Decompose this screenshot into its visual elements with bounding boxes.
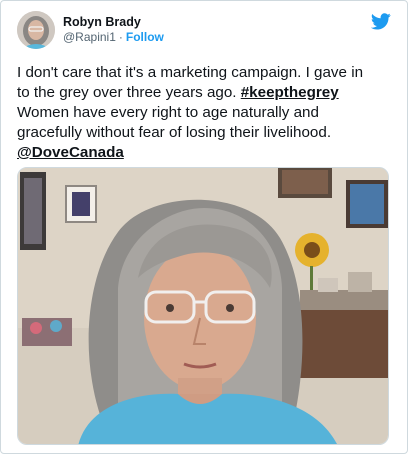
handle-separator: · [118,30,123,44]
tweet-text: I don't care that it's a marketing campa… [17,63,397,163]
tweet-text-line-2: to the grey over three years ago. #keept… [17,83,397,103]
author-block: Robyn Brady @Rapini1 · Follow [63,15,164,45]
tweet-text-line-1: I don't care that it's a marketing campa… [17,64,364,81]
author-handle-line: @Rapini1 · Follow [63,30,164,45]
tweet-text-line-4: gracefully without fear of losing their … [17,124,332,141]
author-handle[interactable]: @Rapini1 [63,30,116,44]
avatar[interactable] [17,11,55,49]
tweet-text-line-5: @DoveCanada [17,143,397,163]
follow-button[interactable]: Follow [126,30,164,44]
tweet-photo[interactable] [17,167,389,445]
tweet-card[interactable]: Robyn Brady @Rapini1 · Follow I don't care… [0,0,408,454]
author-display-name[interactable]: Robyn Brady [63,15,164,30]
tweet-text-line-2-body: to the grey over three years ago. [17,84,241,101]
mention-link[interactable]: @DoveCanada [17,144,124,161]
tweet-header: Robyn Brady @Rapini1 · Follow [17,11,391,51]
hashtag-link[interactable]: #keepthegrey [241,84,339,101]
twitter-bird-icon[interactable] [371,13,391,30]
tweet-text-line-3: Women have every right to age naturally … [17,104,319,121]
